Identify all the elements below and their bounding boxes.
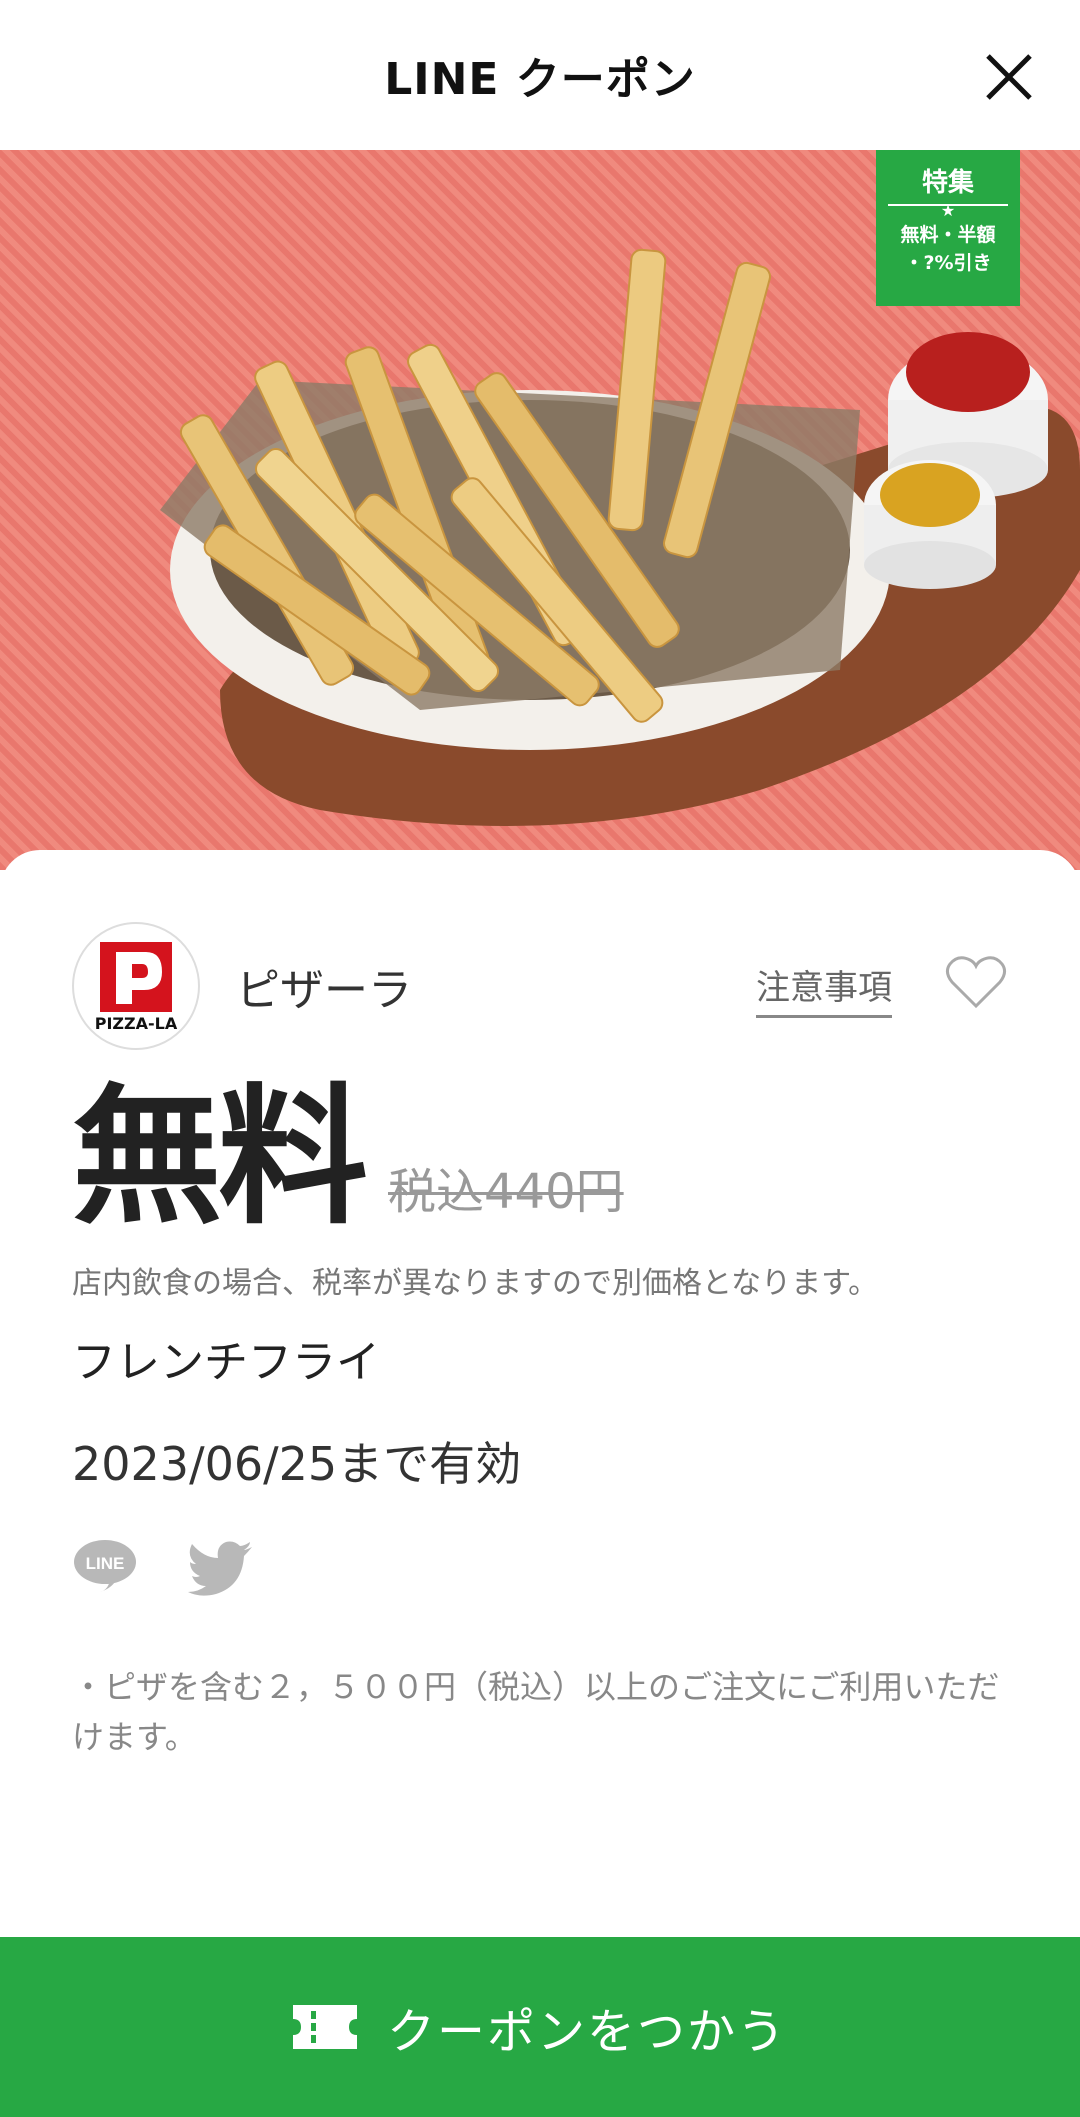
ribbon-line1: 無料・半額 (900, 224, 996, 246)
share-twitter-button[interactable] (186, 1540, 254, 1596)
line-icon-text: LINE (86, 1554, 125, 1573)
original-price: 税込440円 (388, 1164, 624, 1220)
app-title: LINE クーポン (384, 54, 696, 105)
shop-logo: PIZZA-LA (72, 922, 200, 1050)
ribbon-line2: ・?%引き (904, 252, 992, 274)
discount-value: 無料 (72, 1071, 368, 1245)
ribbon-title: 特集 (921, 168, 974, 198)
close-button[interactable] (982, 50, 1036, 104)
heart-icon (945, 956, 1007, 1009)
coupon-hero-image: 特集 ★ 無料・半額 ・?%引き (0, 150, 1080, 870)
use-coupon-label: クーポンをつかう (386, 2004, 787, 2060)
logo-text: PIZZA-LA (94, 1014, 178, 1033)
feature-ribbon[interactable]: 特集 ★ 無料・半額 ・?%引き (876, 150, 1020, 306)
close-icon (986, 54, 1032, 100)
coupon-card: PIZZA-LA ピザーラ 注意事項 無料 税込440円 店内飲食の場合、税率が… (0, 850, 1080, 2117)
favorite-button[interactable] (944, 954, 1008, 1010)
usage-conditions: ・ピザを含む２，５００円（税込）以上のご注文にご利用いただけます。 (72, 1668, 1000, 1756)
app-header: LINE クーポン (0, 0, 1080, 150)
use-coupon-button[interactable]: クーポンをつかう (0, 1937, 1080, 2117)
share-line-button[interactable]: LINE (72, 1538, 138, 1594)
pizzala-logo-mark (100, 942, 172, 1012)
twitter-icon (188, 1541, 252, 1596)
notes-link[interactable]: 注意事項 (756, 960, 892, 1018)
ribbon-divider (888, 204, 1008, 206)
item-name: フレンチフライ (72, 1337, 380, 1388)
ticket-icon (292, 2005, 357, 2049)
shop-name: ピザーラ (236, 965, 412, 1016)
tax-note: 店内飲食の場合、税率が異なりますので別価格となります。 (72, 1266, 879, 1301)
line-icon: LINE (74, 1540, 136, 1592)
valid-until: 2023/06/25まで有効 (72, 1437, 522, 1491)
